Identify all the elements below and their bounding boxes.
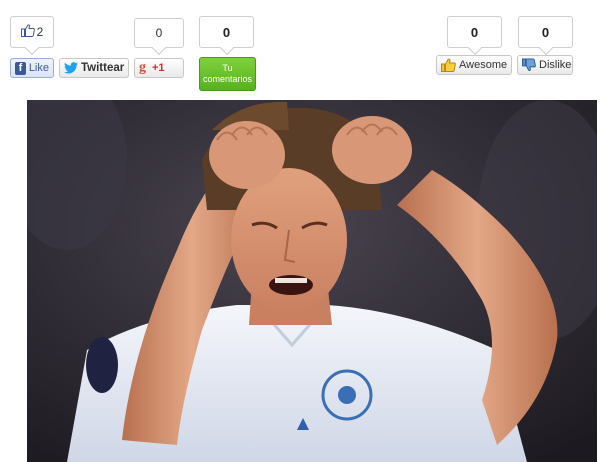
dislike-button[interactable]: Dislike xyxy=(517,55,573,75)
google-g-icon: g xyxy=(139,60,146,75)
facebook-like-label: Like xyxy=(28,62,49,74)
thumbs-up-icon xyxy=(20,24,35,40)
dislike-label: Dislike xyxy=(539,59,572,71)
comments-button[interactable]: Tu comentarios xyxy=(199,57,256,91)
thumbs-up-icon xyxy=(441,58,456,72)
dislike-count: 0 xyxy=(541,24,550,40)
facebook-like-count-box: 2 xyxy=(10,16,54,48)
google-plus-one-button[interactable]: g +1 xyxy=(134,58,184,78)
comments-count-box: 0 xyxy=(199,16,254,48)
comments-label-line1: Tu xyxy=(222,63,233,73)
dislike-count-box: 0 xyxy=(518,16,573,48)
awesome-count: 0 xyxy=(470,24,479,40)
facebook-like-count: 2 xyxy=(36,25,44,39)
footballer-image xyxy=(27,100,597,462)
article-photo xyxy=(27,100,597,462)
twitter-tweet-button[interactable]: Twittear xyxy=(59,58,129,78)
twitter-bird-icon xyxy=(64,62,78,74)
twitter-tweet-label: Twittear xyxy=(81,62,125,74)
awesome-count-box: 0 xyxy=(447,16,502,48)
thumbs-down-icon xyxy=(522,58,536,72)
comments-count: 0 xyxy=(222,24,231,40)
google-plus-count: 0 xyxy=(155,26,163,40)
facebook-icon: f xyxy=(15,61,26,75)
awesome-button[interactable]: Awesome xyxy=(436,55,512,75)
awesome-label: Awesome xyxy=(459,59,508,71)
comments-label-line2: comentarios xyxy=(202,74,253,84)
google-plus-count-box: 0 xyxy=(134,18,184,48)
facebook-like-button[interactable]: f Like xyxy=(10,58,54,78)
google-plus-one-label: +1 xyxy=(152,62,165,74)
